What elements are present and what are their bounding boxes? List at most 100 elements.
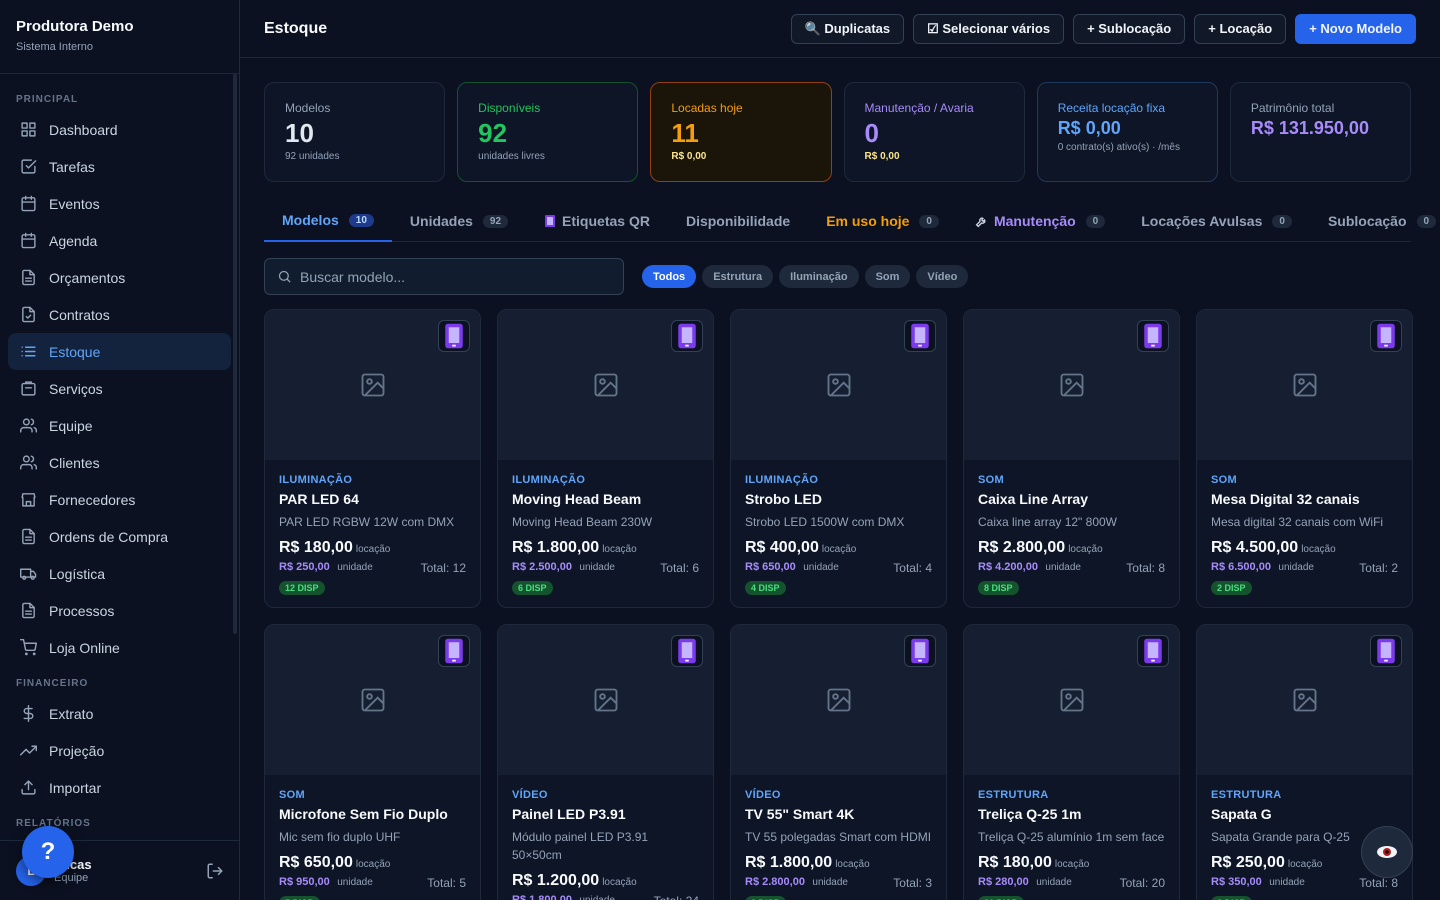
card-price: R$ 250,00 xyxy=(1211,854,1285,871)
filter-chip-todos[interactable]: Todos xyxy=(642,265,697,288)
sidebar-item-estoque[interactable]: Estoque xyxy=(8,333,231,370)
sidebar-item-fornecedores[interactable]: Fornecedores xyxy=(8,481,231,518)
stat-value: R$ 0,00 xyxy=(1057,118,1121,138)
card-image xyxy=(964,310,1179,460)
qr-label-button[interactable] xyxy=(671,320,703,352)
tab-modelos[interactable]: Modelos 10 xyxy=(264,200,392,242)
sidebar-item-projecao[interactable]: Projeção xyxy=(8,732,231,769)
stat-receita: Receita locação fixa R$ 0,00 0 contrato(… xyxy=(1036,82,1218,182)
search-input[interactable] xyxy=(300,268,600,285)
stat-label: Modelos xyxy=(285,101,331,115)
filter-chip-video[interactable]: Vídeo xyxy=(916,265,969,288)
main: Estoque 🔍 Duplicatas ☑ Selecionar vários… xyxy=(240,0,1440,900)
card-unit-price: R$ 350,00 xyxy=(1211,876,1262,888)
card-category: SOM xyxy=(279,789,305,801)
qr-label-button[interactable] xyxy=(1137,635,1169,667)
sidebar-item-clientes[interactable]: Clientes xyxy=(8,444,231,481)
card-name: Mesa Digital 32 canais xyxy=(1211,491,1360,507)
sidebar-item-loja-online[interactable]: Loja Online xyxy=(8,629,231,666)
select-multiple-button[interactable]: ☑ Selecionar vários xyxy=(913,13,1065,44)
availability-badge: 8 DISP xyxy=(1211,896,1252,900)
qr-label-button[interactable] xyxy=(904,320,936,352)
add-locacao-button[interactable]: + Locação xyxy=(1194,13,1287,44)
sidebar-item-tarefas[interactable]: Tarefas xyxy=(8,148,231,185)
tab-sublocacao[interactable]: Sublocação 0 xyxy=(1310,200,1440,242)
trend-icon xyxy=(20,745,37,756)
tab-etiquetas-qr[interactable]: Etiquetas QR xyxy=(526,200,668,242)
model-card[interactable]: ILUMINAÇÃO Strobo LED Strobo LED 1500W com… xyxy=(730,309,947,608)
help-button[interactable]: ? xyxy=(22,826,74,878)
card-total: Total: 8 xyxy=(1359,876,1398,890)
model-card[interactable]: ILUMINAÇÃO PAR LED 64 PAR LED RGBW 12W com… xyxy=(264,309,481,608)
qr-label-button[interactable] xyxy=(438,635,470,667)
card-price-label: locação xyxy=(355,859,391,870)
sidebar-scrollbar[interactable] xyxy=(233,74,237,634)
stat-label: Receita locação fixa xyxy=(1057,101,1166,115)
filter-chip-estrutura[interactable]: Estrutura xyxy=(702,265,774,288)
card-price-label: locação xyxy=(1068,544,1103,555)
model-card[interactable]: VÍDEO TV 55" Smart 4K TV 55 polegadas Smar… xyxy=(730,624,947,900)
qr-label-button[interactable] xyxy=(1370,320,1402,352)
model-card[interactable]: ESTRUTURA Treliça Q-25 1m Treliça Q-25 alu… xyxy=(963,624,1180,900)
card-category: VÍDEO xyxy=(512,789,548,801)
logout-icon[interactable] xyxy=(206,862,224,880)
sidebar-item-equipe[interactable]: Equipe xyxy=(8,407,231,444)
sidebar-item-dashboard[interactable]: Dashboard xyxy=(8,111,231,148)
calendar-icon xyxy=(21,195,36,212)
availability-badge: 4 DISP xyxy=(745,581,786,595)
new-model-button[interactable]: + Novo Modelo xyxy=(1295,13,1416,44)
card-description: Mic sem fio duplo UHF xyxy=(279,830,401,844)
stat-value: 0 xyxy=(864,118,879,148)
qr-label-button[interactable] xyxy=(438,320,470,352)
tab-unidades[interactable]: Unidades 92 xyxy=(392,200,526,242)
stat-label: Manutenção / Avaria xyxy=(864,101,974,115)
tab-em-uso-hoje[interactable]: Em uso hoje 0 xyxy=(808,200,957,242)
sidebar-item-importar[interactable]: Importar xyxy=(8,769,231,806)
card-category: SOM xyxy=(1211,474,1237,486)
card-price: R$ 400,00 xyxy=(745,539,819,556)
filter-chip-iluminacao[interactable]: Iluminação xyxy=(779,265,859,288)
sidebar-item-orcamentos[interactable]: Orçamentos xyxy=(8,259,231,296)
card-total: Total: 20 xyxy=(1119,876,1165,890)
card-description: Treliça Q-25 alumínio 1m sem face xyxy=(978,830,1165,844)
tab-manutencao[interactable]: Manutenção 0 xyxy=(957,200,1123,242)
tab-disponibilidade[interactable]: Disponibilidade xyxy=(668,200,808,242)
sidebar-item-agenda[interactable]: Agenda xyxy=(8,222,231,259)
model-card[interactable]: SOM Microfone Sem Fio Duplo Mic sem fio du… xyxy=(264,624,481,900)
sidebar-item-contratos[interactable]: Contratos xyxy=(8,296,231,333)
qr-label-button[interactable] xyxy=(1370,635,1402,667)
card-image xyxy=(731,625,946,775)
sidebar-item-processos[interactable]: Processos xyxy=(8,592,231,629)
image-placeholder-icon xyxy=(827,688,850,712)
qr-icon xyxy=(545,215,556,227)
sidebar-item-label: Extrato xyxy=(49,705,94,722)
model-card[interactable]: SOM Mesa Digital 32 canais Mesa digital 32… xyxy=(1196,309,1413,608)
qr-label-button[interactable] xyxy=(671,635,703,667)
model-card[interactable]: VÍDEO Painel LED P3.91 Módulo painel LED P… xyxy=(497,624,714,900)
tab-label: Modelos xyxy=(282,212,339,228)
sidebar-item-servicos[interactable]: Serviços xyxy=(8,370,231,407)
add-sublocacao-button[interactable]: + Sublocação xyxy=(1073,13,1186,44)
card-image xyxy=(1197,625,1412,775)
model-card[interactable]: SOM Caixa Line Array Caixa line array 12" … xyxy=(963,309,1180,608)
tab-label: Em uso hoje xyxy=(826,213,910,229)
card-unit-price: R$ 2.800,00 xyxy=(745,876,805,888)
qr-label-button[interactable] xyxy=(904,635,936,667)
sidebar-item-logistica[interactable]: Logística xyxy=(8,555,231,592)
qr-label-button[interactable] xyxy=(1137,320,1169,352)
card-price-label: locação xyxy=(1301,544,1336,555)
qr-icon xyxy=(1144,323,1162,349)
card-total: Total: 4 xyxy=(893,561,932,575)
eye-button[interactable] xyxy=(1361,826,1413,878)
sidebar-item-eventos[interactable]: Eventos xyxy=(8,185,231,222)
sidebar-item-extrato[interactable]: Extrato xyxy=(8,695,231,732)
duplicatas-button[interactable]: 🔍 Duplicatas xyxy=(790,13,905,44)
sidebar-item-label: Processos xyxy=(49,602,115,619)
qr-icon xyxy=(678,323,696,349)
filter-chip-som[interactable]: Som xyxy=(864,265,911,288)
tab-locacoes-avulsas[interactable]: Locações Avulsas 0 xyxy=(1123,200,1310,242)
stat-sub: R$ 0,00 xyxy=(671,150,707,162)
card-category: ILUMINAÇÃO xyxy=(512,474,586,486)
model-card[interactable]: ILUMINAÇÃO Moving Head Beam Moving Head Be… xyxy=(497,309,714,608)
sidebar-item-ordens-de-compra[interactable]: Ordens de Compra xyxy=(8,518,231,555)
